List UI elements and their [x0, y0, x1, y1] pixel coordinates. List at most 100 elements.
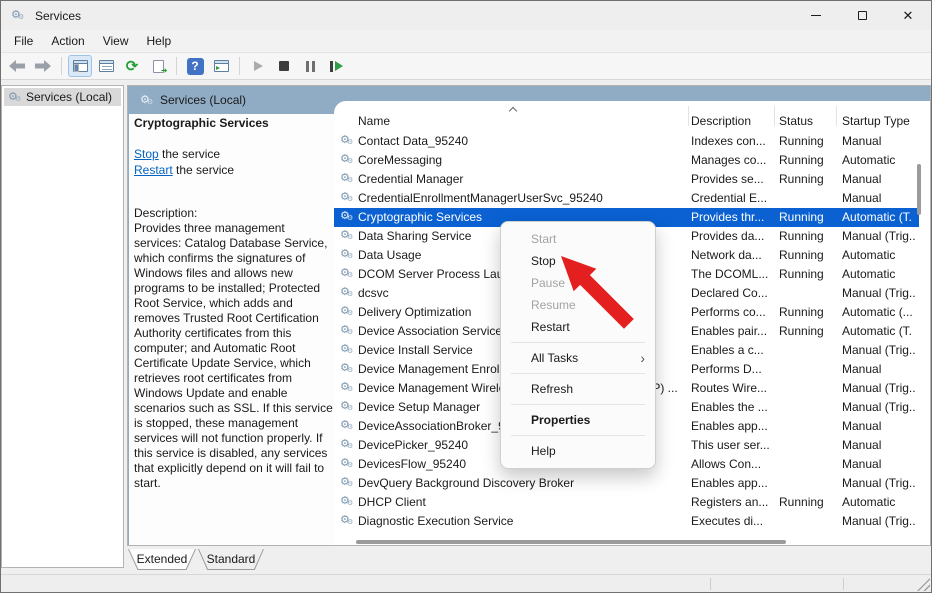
column-divider[interactable] — [774, 106, 775, 126]
console-tree-panel: ⚙⚙ Services (Local) — [1, 85, 124, 568]
table-row[interactable]: ⚙⚙Diagnostic Execution ServiceExecutes d… — [334, 512, 919, 531]
cell-description: Provides se... — [691, 172, 775, 186]
minimize-button[interactable] — [793, 1, 839, 30]
description-label: Description: — [134, 206, 197, 220]
cell-description: The DCOML... — [691, 267, 775, 281]
service-gear-icon: ⚙⚙ — [340, 514, 354, 527]
menu-item-refresh[interactable]: Refresh — [501, 378, 655, 400]
cell-description: Performs D... — [691, 362, 775, 376]
menu-item-properties[interactable]: Properties — [501, 409, 655, 431]
menu-item-label: Pause — [531, 272, 645, 294]
column-divider[interactable] — [836, 106, 837, 126]
cell-description: Declared Co... — [691, 286, 775, 300]
cell-name: Diagnostic Execution Service — [358, 514, 686, 528]
close-button[interactable]: ✕ — [885, 1, 931, 30]
menu-item-help[interactable]: Help — [501, 440, 655, 462]
context-menu: StartStopPauseResumeRestartAll Tasks›Ref… — [500, 221, 656, 469]
cell-startup-type: Manual (Trig.. — [842, 514, 919, 528]
cell-startup-type: Manual (Trig.. — [842, 476, 919, 490]
cell-status: Running — [779, 229, 835, 243]
column-divider[interactable] — [688, 106, 689, 126]
resize-grip-icon[interactable] — [917, 578, 930, 591]
table-row[interactable]: ⚙⚙CredentialEnrollmentManagerUserSvc_952… — [334, 189, 919, 208]
cell-name: CoreMessaging — [358, 153, 686, 167]
tab-extended[interactable]: Extended — [128, 549, 196, 570]
menu-item-all-tasks[interactable]: All Tasks› — [501, 347, 655, 369]
menu-item-stop[interactable]: Stop — [501, 250, 655, 272]
show-console-tree-icon[interactable] — [68, 55, 92, 77]
service-gear-icon: ⚙⚙ — [340, 210, 354, 223]
table-row[interactable]: ⚙⚙DHCP ClientRegisters an...RunningAutom… — [334, 493, 919, 512]
menu-item-restart[interactable]: Restart — [501, 316, 655, 338]
menu-view[interactable]: View — [94, 31, 138, 51]
title-bar: ⚙⚙ Services ✕ — [1, 1, 931, 30]
menu-help[interactable]: Help — [138, 31, 181, 51]
cell-status: Running — [779, 134, 835, 148]
horizontal-scrollbar-thumb[interactable] — [356, 540, 786, 544]
properties-icon[interactable] — [94, 55, 118, 77]
menu-action[interactable]: Action — [42, 31, 93, 51]
column-header-name[interactable]: Name — [358, 114, 390, 128]
cell-description: Enables app... — [691, 476, 775, 490]
selected-service-title: Cryptographic Services — [134, 116, 334, 130]
menu-file[interactable]: File — [5, 31, 42, 51]
forward-icon[interactable] — [31, 55, 55, 77]
stop-service-link[interactable]: Stop — [134, 147, 159, 161]
table-row[interactable]: ⚙⚙ DevQuery Background Discovery Broker En… — [334, 474, 919, 493]
back-icon[interactable] — [5, 55, 29, 77]
tab-standard[interactable]: Standard — [198, 549, 264, 570]
maximize-button[interactable] — [839, 1, 885, 30]
refresh-icon[interactable]: ⟳ — [120, 55, 144, 77]
service-gear-icon: ⚙⚙ — [340, 381, 354, 394]
cell-description: Credential E... — [691, 191, 775, 205]
extended-info-panel: Cryptographic Services Stop the service … — [129, 114, 334, 546]
service-gear-icon: ⚙⚙ — [340, 153, 354, 166]
cell-status: Running — [779, 305, 835, 319]
menu-item-label: All Tasks — [531, 347, 640, 369]
help-icon[interactable]: ? — [183, 55, 207, 77]
service-gear-icon: ⚙⚙ — [340, 191, 354, 204]
stop-service-icon[interactable] — [272, 55, 296, 77]
window-title: Services — [35, 9, 81, 23]
service-gear-icon: ⚙⚙ — [340, 267, 354, 280]
status-bar — [1, 574, 931, 592]
vertical-scrollbar-thumb[interactable] — [917, 164, 921, 215]
column-header-startup-type[interactable]: Startup Type — [842, 114, 910, 128]
sort-ascending-icon — [509, 107, 517, 115]
menu-item-label: Stop — [531, 250, 645, 272]
cell-startup-type: Manual — [842, 419, 919, 433]
tree-item-services-local[interactable]: ⚙⚙ Services (Local) — [4, 88, 121, 106]
table-row[interactable]: ⚙⚙Contact Data_95240Indexes con...Runnin… — [334, 132, 919, 151]
cell-name: Contact Data_95240 — [358, 134, 686, 148]
restart-service-icon[interactable] — [324, 55, 348, 77]
cell-startup-type: Manual — [842, 438, 919, 452]
column-header-status[interactable]: Status — [779, 114, 813, 128]
restart-service-link[interactable]: Restart — [134, 163, 173, 177]
show-window-icon[interactable] — [209, 55, 233, 77]
pane-header-label: Services (Local) — [160, 93, 246, 107]
column-header-description[interactable]: Description — [691, 114, 751, 128]
export-list-icon[interactable] — [146, 55, 170, 77]
cell-startup-type: Manual — [842, 134, 919, 148]
table-row[interactable]: ⚙⚙Credential ManagerProvides se...Runnin… — [334, 170, 919, 189]
cell-status: Running — [779, 172, 835, 186]
service-gear-icon: ⚙⚙ — [340, 476, 354, 489]
cell-status: Running — [779, 495, 835, 509]
cell-startup-type: Manual — [842, 457, 919, 471]
start-service-icon[interactable] — [246, 55, 270, 77]
cell-description: Provides thr... — [691, 210, 775, 224]
cell-status: Running — [779, 324, 835, 338]
menu-separator — [511, 404, 645, 405]
cell-name: DevQuery Background Discovery Broker — [358, 476, 686, 490]
table-row[interactable]: ⚙⚙CoreMessagingManages co...RunningAutom… — [334, 151, 919, 170]
toolbar-separator — [61, 57, 62, 75]
tree-item-label: Services (Local) — [26, 90, 112, 104]
menu-item-label: Restart — [531, 316, 645, 338]
pause-service-icon[interactable] — [298, 55, 322, 77]
service-gear-icon: ⚙⚙ — [340, 229, 354, 242]
service-gear-icon: ⚙⚙ — [340, 305, 354, 318]
cell-startup-type: Manual — [842, 172, 919, 186]
cell-status: Running — [779, 210, 835, 224]
cell-startup-type: Manual (Trig.. — [842, 343, 919, 357]
toolbar-separator — [176, 57, 177, 75]
